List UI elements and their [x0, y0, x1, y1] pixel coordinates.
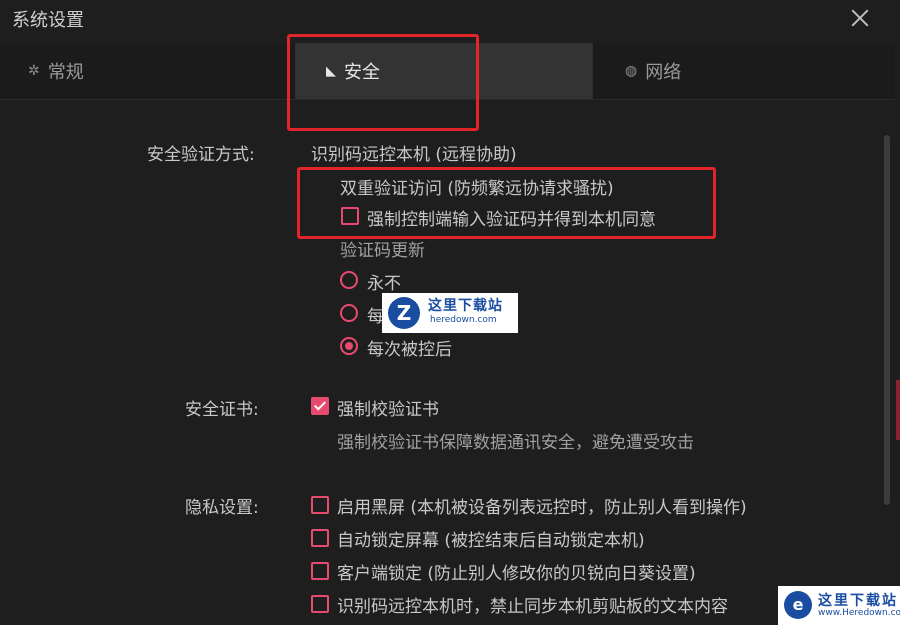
privacy-option-label: 识别码远控本机时，禁止同步本机剪贴板的文本内容 [337, 597, 728, 617]
tab-network[interactable]: ◍ 网络 [593, 43, 895, 99]
force-certificate-checkbox[interactable] [311, 397, 329, 415]
window-title: 系统设置 [12, 10, 84, 31]
verification-mode-text: 识别码远控本机 (远程协助) [311, 145, 517, 165]
gear-icon: ✲ [28, 63, 40, 79]
certificate-label: 安全证书: [185, 400, 259, 420]
watermark: e 这里下载站 www.Heredown.com [778, 586, 900, 625]
privacy-option-label: 自动锁定屏幕 (被控结束后自动锁定本机) [337, 531, 645, 551]
edge-accent [896, 380, 900, 440]
watermark-text: 这里下载站 [428, 298, 503, 314]
privacy-option-checkbox[interactable] [311, 595, 329, 613]
watermark-logo-icon: Z [388, 297, 420, 329]
watermark: Z 这里下载站 heredown.com [382, 293, 518, 333]
privacy-option-label: 启用黑屏 (本机被设备列表远控时，防止别人看到操作) [337, 498, 747, 518]
privacy-option-checkbox[interactable] [311, 496, 329, 514]
watermark-logo-icon: e [784, 591, 812, 619]
certificate-description: 强制校验证书保障数据通讯安全，避免遭受攻击 [337, 433, 694, 453]
watermark-url: www.Heredown.com [818, 608, 900, 618]
globe-icon: ◍ [625, 63, 638, 79]
radio-after-control-label: 每次被控后 [367, 340, 452, 360]
highlight-box-tab [287, 34, 479, 131]
radio-after-control[interactable] [340, 337, 358, 355]
watermark-url: heredown.com [430, 315, 497, 325]
close-icon[interactable] [848, 6, 872, 30]
code-update-label: 验证码更新 [340, 241, 425, 261]
privacy-option-label: 客户端锁定 (防止别人修改你的贝锐向日葵设置) [337, 564, 696, 584]
security-verification-label: 安全验证方式: [147, 145, 255, 165]
tab-label: 常规 [47, 62, 84, 83]
two-factor-label: 双重验证访问 (防频繁远协请求骚扰) [340, 179, 614, 199]
privacy-option-checkbox[interactable] [311, 562, 329, 580]
radio-every[interactable] [340, 304, 358, 322]
privacy-option-checkbox[interactable] [311, 529, 329, 547]
force-code-checkbox[interactable] [341, 207, 359, 225]
privacy-label: 隐私设置: [185, 498, 259, 518]
tab-general[interactable]: ✲ 常规 [0, 43, 296, 99]
scrollbar[interactable] [884, 135, 890, 505]
radio-never[interactable] [340, 271, 358, 289]
watermark-text: 这里下载站 [818, 593, 898, 609]
force-code-label: 强制控制端输入验证码并得到本机同意 [367, 210, 656, 230]
force-certificate-label: 强制校验证书 [337, 400, 439, 420]
radio-never-label: 永不 [367, 274, 401, 294]
tab-label: 网络 [645, 62, 682, 83]
